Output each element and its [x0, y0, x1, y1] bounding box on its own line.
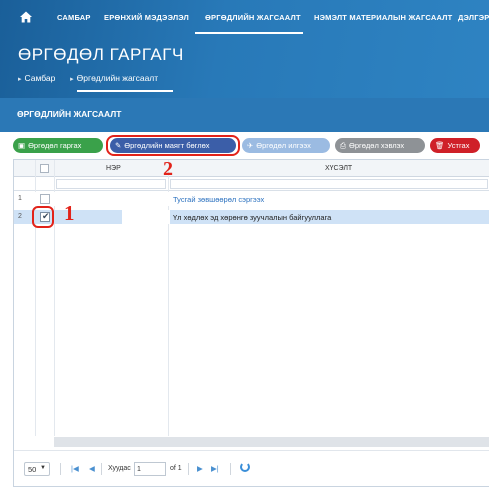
section-title: ӨРГӨДЛИЙН ЖАГСААЛТ	[17, 109, 122, 119]
step-marker-2: 2	[163, 158, 173, 180]
chevron-right-icon: ▸	[18, 76, 22, 83]
pager: 50 ▼ |◀ ◀ Хуудас 1 of 1 ▶ ▶|	[14, 450, 489, 486]
submit-application-button[interactable]: ▣ Өргөдөл гаргах	[13, 138, 103, 153]
checkbox-highlight	[32, 206, 54, 228]
fill-form-highlight	[106, 135, 240, 156]
page-number-input[interactable]: 1	[134, 462, 166, 476]
app-header: САМБАР ЕРӨНХИЙ МЭДЭЭЛЭЛ ӨРГӨДЛИЙН ЖАГСАА…	[0, 0, 489, 98]
page-label: Хуудас	[108, 465, 131, 472]
name-cell	[122, 210, 170, 224]
row-checkbox[interactable]	[40, 194, 50, 204]
next-page-icon[interactable]: ▶	[197, 464, 203, 473]
page: САМБАР ЕРӨНХИЙ МЭДЭЭЛЭЛ ӨРГӨДЛИЙН ЖАГСАА…	[0, 0, 489, 493]
print-application-button[interactable]: ⎙ Өргөдөл хэвлэх	[335, 138, 425, 153]
pager-divider	[230, 463, 231, 475]
row-number: 2	[18, 213, 22, 220]
send-application-button[interactable]: ✈ Өргөдөл илгээх	[242, 138, 330, 153]
select-all-checkbox[interactable]	[40, 164, 49, 173]
request-link[interactable]: Тусгай зөвшөөрөл сэргээх	[173, 195, 264, 204]
request-filter-input[interactable]	[170, 179, 488, 189]
page-size-select[interactable]: 50 ▼	[24, 462, 50, 476]
row-number: 1	[18, 195, 22, 202]
pager-divider	[188, 463, 189, 475]
nav-item-general-info[interactable]: ЕРӨНХИЙ МЭДЭЭЛЭЛ	[104, 13, 189, 22]
refresh-icon[interactable]	[240, 462, 250, 472]
print-icon: ⎙	[340, 140, 346, 150]
first-page-icon[interactable]: |◀	[71, 464, 79, 473]
table-row-selected[interactable]: 2 ✔ Үл хөдлөх эд хөрөнгө зуучлалын байгу…	[14, 210, 489, 224]
page-title: ӨРГӨДӨЛ ГАРГАГЧ	[18, 45, 184, 64]
nav-item-more[interactable]: ДЭЛГЭР	[458, 13, 489, 22]
top-nav: САМБАР ЕРӨНХИЙ МЭДЭЭЛЭЛ ӨРГӨДЛИЙН ЖАГСАА…	[0, 0, 489, 36]
nav-active-indicator	[195, 32, 303, 34]
chevron-right-icon: ▸	[70, 76, 74, 83]
pager-divider	[60, 463, 61, 475]
trash-icon: 🗑	[435, 141, 445, 150]
last-page-icon[interactable]: ▶|	[211, 464, 219, 473]
horizontal-scrollbar[interactable]	[54, 437, 489, 447]
pager-divider	[101, 463, 102, 475]
column-header-name[interactable]: НЭР	[106, 165, 121, 172]
table-row[interactable]: 1 Тусгай зөвшөөрөл сэргээх	[14, 192, 489, 206]
nav-item-application-list[interactable]: ӨРГӨДЛИЙН ЖАГСААЛТ	[205, 13, 301, 22]
breadcrumb-current[interactable]: Өргөдлийн жагсаалт	[77, 73, 159, 83]
send-icon: ✈	[247, 141, 254, 150]
prev-page-icon[interactable]: ◀	[89, 464, 95, 473]
application-grid: НЭР ХҮСЭЛТ 1 Тусгай зөвшөөрөл сэргээх 2 …	[13, 159, 489, 487]
nav-item-additional-materials[interactable]: НЭМЭЛТ МАТЕРИАЛЫН ЖАГСААЛТ	[314, 13, 452, 22]
name-filter-input[interactable]	[56, 179, 166, 189]
chevron-down-icon: ▼	[40, 465, 46, 471]
request-text[interactable]: Үл хөдлөх эд хөрөнгө зуучлалын байгуулла…	[173, 213, 331, 222]
nav-item-dashboard[interactable]: САМБАР	[57, 13, 91, 22]
filter-row	[14, 177, 489, 191]
page-count-label: of 1	[170, 465, 182, 472]
grid-header: НЭР ХҮСЭЛТ	[14, 160, 489, 177]
delete-button[interactable]: 🗑 Устгах	[430, 138, 480, 153]
breadcrumb-active-indicator	[77, 90, 173, 92]
document-icon: ▣	[18, 141, 26, 150]
breadcrumb-home[interactable]: Самбар	[25, 73, 56, 83]
toolbar: ▣ Өргөдөл гаргах ✎ Өргөдлийн маягт бөглөх …	[0, 132, 489, 158]
breadcrumb: ▸ Самбар ▸ Өргөдлийн жагсаалт	[18, 73, 158, 83]
column-header-request[interactable]: ХҮСЭЛТ	[325, 165, 352, 172]
home-icon[interactable]	[19, 10, 33, 24]
step-marker-1: 1	[64, 201, 75, 225]
section-header: ӨРГӨДЛИЙН ЖАГСААЛТ	[0, 98, 489, 132]
